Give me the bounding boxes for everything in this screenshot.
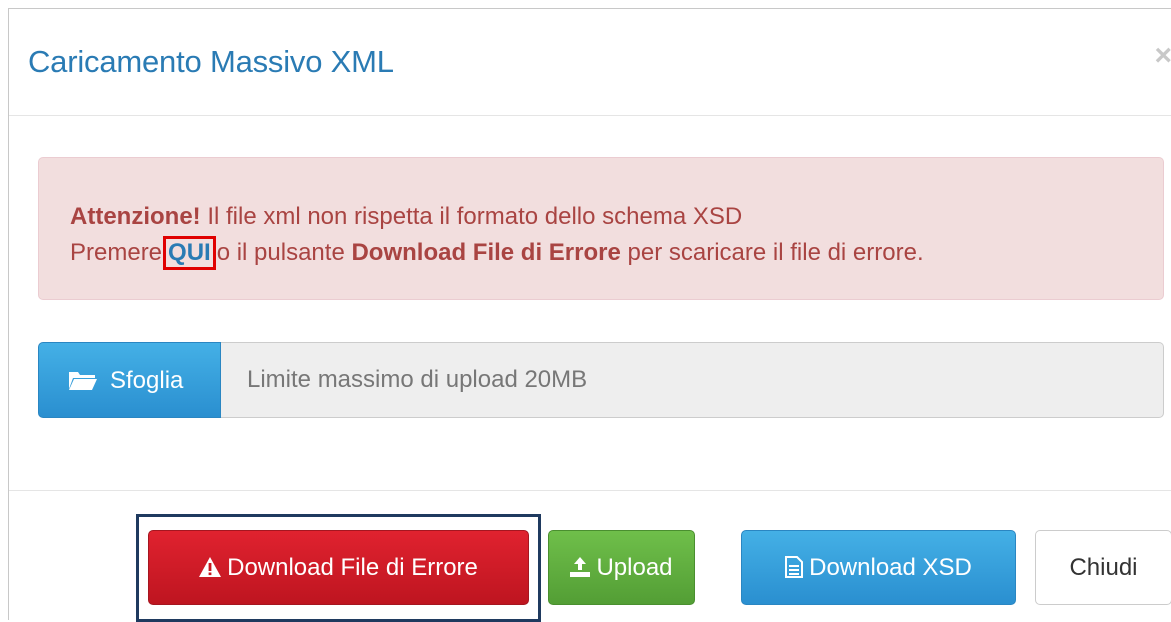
error-alert: Attenzione! Il file xml non rispetta il … <box>38 157 1164 300</box>
alert-button-ref: Download File di Errore <box>351 239 621 266</box>
dialog-title: Caricamento Massivo XML <box>28 44 394 79</box>
close-icon[interactable]: × <box>1154 39 1171 73</box>
download-xsd-button[interactable]: Download XSD <box>741 530 1016 605</box>
browse-label: Sfoglia <box>110 367 184 394</box>
download-error-file-button[interactable]: Download File di Errore <box>148 530 529 605</box>
file-path-field[interactable]: Limite massimo di upload 20MB <box>221 342 1164 418</box>
upload-dialog: Caricamento Massivo XML × Attenzione! Il… <box>8 8 1171 622</box>
close-button[interactable]: Chiudi <box>1035 530 1171 605</box>
alert-line-1: Attenzione! Il file xml non rispetta il … <box>70 203 742 231</box>
folder-open-icon <box>68 369 98 398</box>
alert-line-2: Premere QUI o il pulsante Download File di… <box>70 236 924 270</box>
upload-button[interactable]: Upload <box>548 530 695 605</box>
alert-line2-middle: o il pulsante <box>216 239 345 266</box>
error-file-link[interactable]: QUI <box>163 236 216 270</box>
alert-line2-suffix: per scaricare il file di errore. <box>627 239 924 266</box>
file-upload-group: Sfoglia Limite massimo di upload 20MB <box>38 342 1164 418</box>
warning-icon <box>199 531 222 604</box>
alert-message: Il file xml non rispetta il formato dell… <box>207 203 743 230</box>
alert-strong: Attenzione! <box>70 203 201 230</box>
download-xsd-label: Download XSD <box>809 554 972 581</box>
dialog-header: Caricamento Massivo XML × <box>9 9 1171 116</box>
alert-line2-prefix: Premere <box>70 239 163 266</box>
download-error-file-label: Download File di Errore <box>227 554 478 581</box>
dialog-footer: Download File di Errore Upload Download … <box>9 490 1171 622</box>
upload-label: Upload <box>596 554 673 581</box>
browse-button[interactable]: Sfoglia <box>38 342 221 418</box>
upload-icon <box>570 531 591 604</box>
file-text-icon <box>785 531 804 604</box>
